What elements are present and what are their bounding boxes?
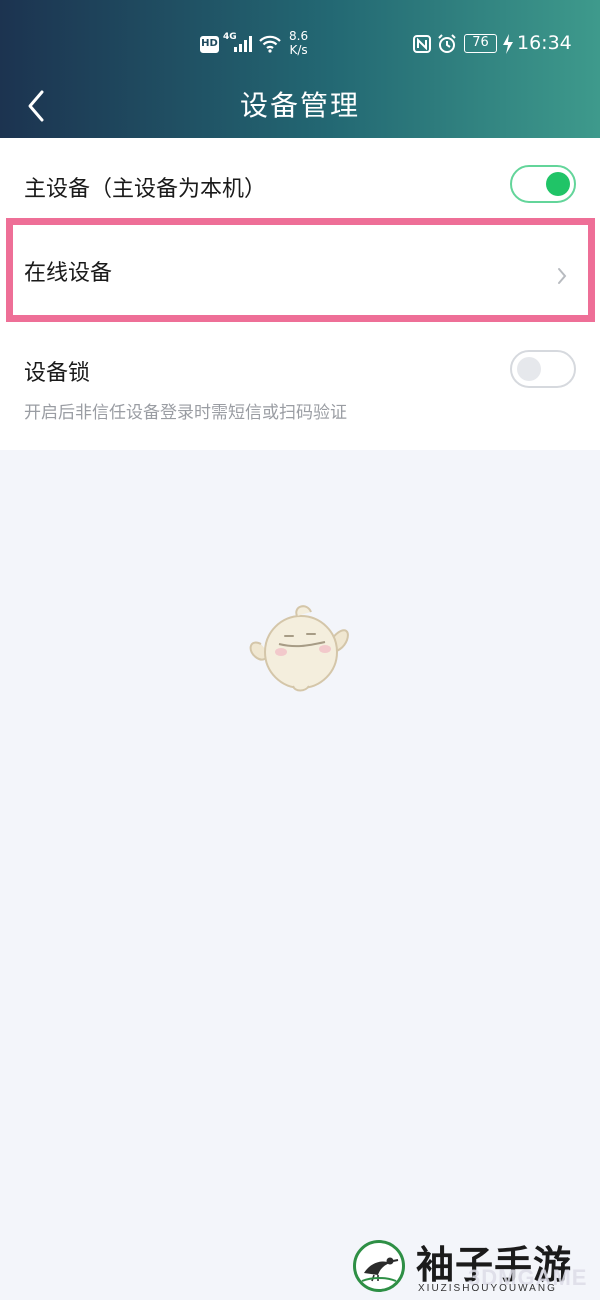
device-lock-toggle[interactable] — [510, 350, 576, 388]
page-title: 设备管理 — [239, 89, 360, 122]
battery-icon: 76 — [464, 34, 497, 53]
nav-bar: 设备管理 — [0, 78, 600, 134]
clock: 16:34 — [517, 32, 572, 54]
speed-unit: K/s — [289, 43, 308, 57]
online-devices-row[interactable]: 在线设备 — [6, 218, 595, 322]
primary-device-toggle[interactable] — [510, 165, 576, 203]
wifi-icon — [259, 35, 281, 53]
watermark: 袖子手游网 3DMGAME XIUZISHOUYOUWANG — [350, 1232, 600, 1300]
app-header: HD 4G 8.6 K/s 76 16:34 设备管理 — [0, 0, 600, 138]
speed-value: 8.6 — [289, 29, 309, 43]
bird-logo-icon — [353, 1240, 405, 1292]
chevron-left-icon — [28, 90, 44, 122]
charging-icon — [503, 34, 513, 54]
back-button[interactable] — [22, 86, 56, 126]
device-lock-row: 设备锁 开启后非信任设备登录时需短信或扫码验证 — [0, 336, 600, 450]
chevron-right-icon — [558, 268, 567, 284]
hd-icon: HD — [200, 36, 219, 53]
nfc-icon — [413, 35, 431, 53]
watermark-subtitle: XIUZISHOUYOUWANG — [418, 1283, 557, 1294]
signal-icon — [234, 36, 252, 52]
alarm-icon — [438, 34, 456, 53]
toggle-knob — [517, 357, 541, 381]
device-lock-description: 开启后非信任设备登录时需短信或扫码验证 — [24, 403, 347, 423]
network-speed: 8.6 K/s — [289, 29, 308, 57]
empty-mascot-image — [249, 605, 349, 692]
primary-device-row: 主设备（主设备为本机） — [0, 138, 600, 228]
online-devices-label: 在线设备 — [24, 261, 113, 286]
toggle-knob — [546, 172, 570, 196]
status-bar: HD 4G 8.6 K/s 76 16:34 — [0, 28, 600, 62]
device-lock-label: 设备锁 — [24, 361, 91, 386]
primary-device-label: 主设备（主设备为本机） — [24, 177, 267, 202]
